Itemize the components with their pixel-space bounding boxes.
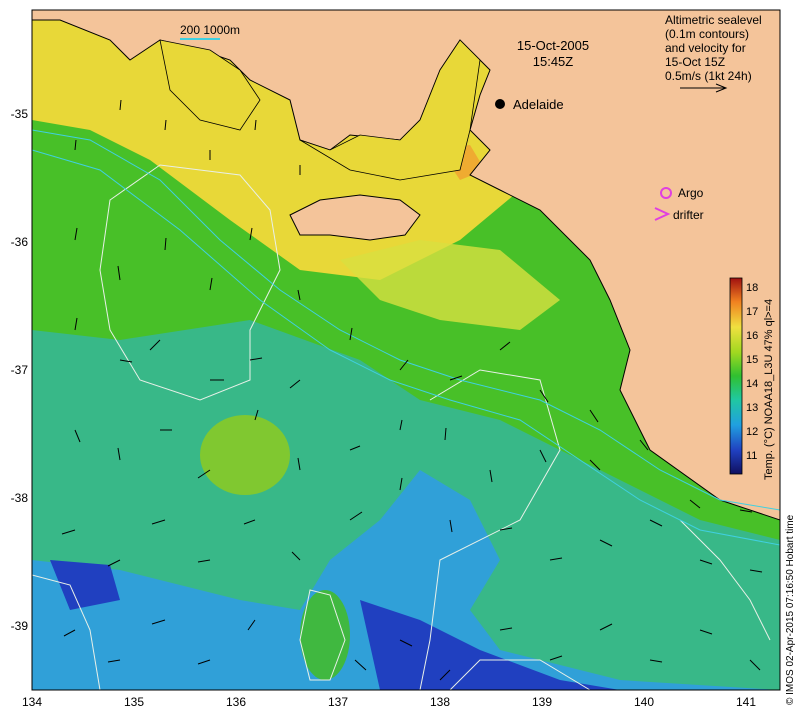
x-axis: 134 135 136 137 138 139 140 141 — [22, 695, 756, 709]
colorbar-tick: 14 — [746, 378, 758, 390]
y-tick-label: -38 — [11, 491, 29, 505]
colorbar-tick: 11 — [746, 450, 757, 462]
city-marker — [495, 99, 505, 109]
y-tick-label: -35 — [11, 107, 29, 121]
y-tick-label: -36 — [11, 235, 29, 249]
credit-text: © IMOS 02-Apr-2015 07:16:50 Hobart time — [785, 514, 796, 705]
info-line: (0.1m contours) — [665, 27, 749, 41]
colorbar-tick: 13 — [746, 402, 758, 414]
isobath-legend: 200 1000m — [180, 23, 240, 37]
city-label: Adelaide — [513, 97, 564, 112]
x-tick-label: 136 — [226, 695, 246, 709]
map-time: 15:45Z — [533, 54, 574, 69]
eddy-patch — [200, 415, 290, 495]
x-tick-label: 139 — [532, 695, 552, 709]
colorbar-tick: 12 — [746, 426, 758, 438]
colorbar-tick: 15 — [746, 354, 758, 366]
x-tick-label: 141 — [736, 695, 756, 709]
info-line: and velocity for — [665, 41, 746, 55]
y-tick-label: -39 — [11, 619, 29, 633]
x-tick-label: 137 — [328, 695, 348, 709]
y-axis: -35 -36 -37 -38 -39 — [11, 107, 29, 633]
colorbar-tick: 17 — [746, 306, 758, 318]
colorbar — [729, 277, 743, 475]
info-line: Altimetric sealevel — [665, 13, 762, 27]
info-line: 15-Oct 15Z — [665, 55, 725, 69]
drifter-label: drifter — [673, 208, 704, 222]
colorbar-tick: 16 — [746, 330, 758, 342]
plot-area — [32, 10, 780, 690]
x-tick-label: 134 — [22, 695, 42, 709]
argo-label: Argo — [678, 186, 704, 200]
x-tick-label: 140 — [634, 695, 654, 709]
x-tick-label: 138 — [430, 695, 450, 709]
map-date: 15-Oct-2005 — [517, 38, 589, 53]
info-line: 0.5m/s (1kt 24h) — [665, 69, 752, 83]
x-tick-label: 135 — [124, 695, 144, 709]
colorbar-tick: 18 — [746, 282, 758, 294]
colorbar-label: Temp. (°C) NOAA18_L3U 47% ql>=4 — [763, 299, 775, 480]
y-tick-label: -37 — [11, 363, 29, 377]
sst-map: 15-Oct-2005 15:45Z 200 1000m Adelaide Al… — [11, 9, 796, 709]
